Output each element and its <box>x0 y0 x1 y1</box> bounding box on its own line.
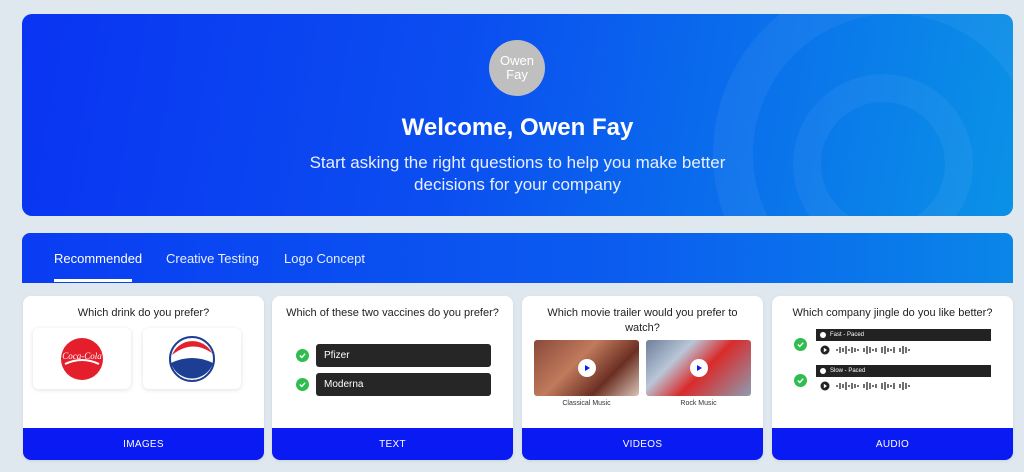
audio-track-label: Slow - Paced <box>816 365 991 377</box>
template-card-images[interactable]: Which drink do you prefer? Coca-Cola IMA… <box>23 296 264 460</box>
welcome-banner: Owen Fay Welcome, Owen Fay Start asking … <box>22 14 1013 216</box>
card-type-label: VIDEOS <box>522 428 763 460</box>
pepsi-logo <box>169 335 215 382</box>
text-option: Pfizer <box>316 344 491 367</box>
audio-track-label: Fast - Paced <box>816 329 991 341</box>
play-icon[interactable] <box>690 359 708 377</box>
card-type-label: IMAGES <box>23 428 264 460</box>
tab-creative-testing[interactable]: Creative Testing <box>166 251 259 266</box>
audio-dot-icon <box>820 368 826 374</box>
text-option: Moderna <box>316 373 491 396</box>
video-caption: Classical Music <box>562 400 611 407</box>
video-thumbnail-rock[interactable] <box>646 340 751 396</box>
card-question: Which of these two vaccines do you prefe… <box>286 307 499 319</box>
avatar[interactable]: Owen Fay <box>489 40 545 96</box>
coca-cola-logo-option[interactable]: Coca-Cola <box>33 328 131 389</box>
check-icon <box>794 338 807 351</box>
video-thumbnail-classical[interactable] <box>534 340 639 396</box>
audio-player[interactable] <box>820 380 920 392</box>
check-icon <box>794 374 807 387</box>
check-icon <box>296 349 309 362</box>
coca-cola-logo: Coca-Cola <box>61 337 103 380</box>
tab-logo-concept[interactable]: Logo Concept <box>284 251 365 266</box>
active-tab-indicator <box>54 279 132 282</box>
audio-player[interactable] <box>820 344 920 356</box>
waveform-icon <box>820 345 910 355</box>
template-card-text[interactable]: Which of these two vaccines do you prefe… <box>272 296 513 460</box>
audio-dot-icon <box>820 332 826 338</box>
card-question: Which movie trailer would you prefer to … <box>547 307 738 334</box>
card-type-label: AUDIO <box>772 428 1013 460</box>
video-caption: Rock Music <box>680 400 717 407</box>
tab-bar: Recommended Creative Testing Logo Concep… <box>22 233 1013 283</box>
card-question: Which company jingle do you like better? <box>792 307 993 319</box>
page-subtitle: Start asking the right questions to help… <box>309 153 726 194</box>
play-icon[interactable] <box>578 359 596 377</box>
svg-text:Coca-Cola: Coca-Cola <box>62 351 102 361</box>
card-question: Which drink do you prefer? <box>77 307 210 319</box>
card-type-label: TEXT <box>272 428 513 460</box>
pepsi-logo-option[interactable] <box>143 328 241 389</box>
check-icon <box>296 378 309 391</box>
template-card-audio[interactable]: Which company jingle do you like better?… <box>772 296 1013 460</box>
waveform-icon <box>820 381 910 391</box>
template-card-videos[interactable]: Which movie trailer would you prefer to … <box>522 296 763 460</box>
tab-recommended[interactable]: Recommended <box>54 251 142 266</box>
page-title: Welcome, Owen Fay <box>401 114 634 141</box>
